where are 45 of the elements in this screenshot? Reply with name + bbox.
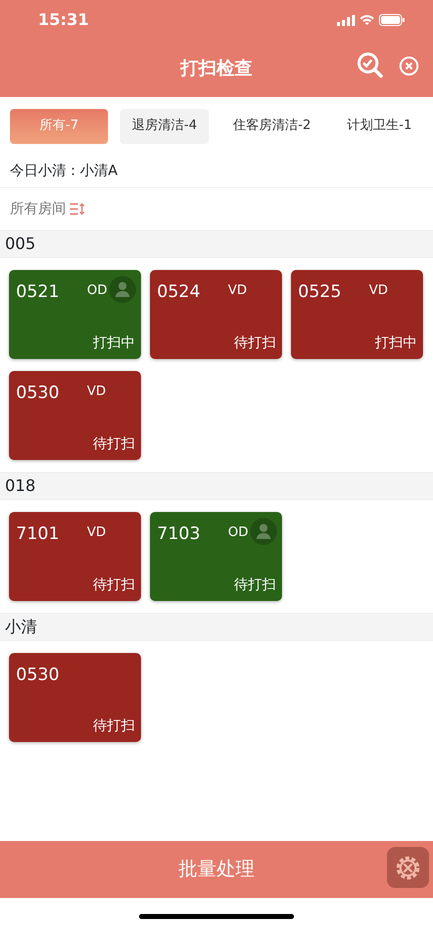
today-cleaner-text: 今日小清：小清A	[10, 162, 118, 180]
group-title: 005	[5, 233, 36, 255]
battery-icon	[379, 14, 405, 26]
room-status: 待打扫	[234, 334, 276, 353]
room-card[interactable]: 0530 VD 待打扫	[9, 371, 141, 460]
room-status: 待打扫	[234, 576, 276, 595]
group-title: 018	[5, 475, 36, 497]
filter-label[interactable]: 所有房间	[10, 198, 66, 220]
group-title: 小清	[5, 616, 37, 638]
room-type: VD	[369, 282, 388, 300]
room-card[interactable]: 7103 OD 待打扫	[150, 512, 282, 601]
room-number: 7101	[16, 523, 60, 546]
room-status: 待打扫	[93, 435, 135, 454]
room-number: 0524	[157, 281, 200, 304]
sort-icon[interactable]	[70, 203, 86, 215]
signal-icon	[337, 14, 355, 26]
gear-tools-icon	[394, 854, 422, 882]
room-status: 待打扫	[93, 717, 135, 736]
status-time: 15:31	[38, 9, 89, 31]
search-check-icon[interactable]	[357, 52, 383, 79]
page-title: 打扫检查	[180, 57, 252, 81]
tools-button[interactable]	[387, 847, 429, 888]
room-card[interactable]: 7101 VD 待打扫	[9, 512, 141, 601]
room-type: VD	[87, 524, 106, 542]
filter-tab[interactable]: 退房清洁-4	[120, 108, 209, 144]
room-type: OD	[87, 282, 108, 300]
room-number: 0521	[16, 281, 60, 304]
room-card[interactable]: 0530 待打扫	[9, 653, 141, 742]
room-type: OD	[228, 524, 248, 542]
room-status: 打扫中	[93, 334, 135, 353]
room-card[interactable]: 0521 OD 打扫中	[9, 270, 141, 359]
wifi-icon	[359, 14, 375, 26]
filter-tab[interactable]: 计划卫生-1	[334, 108, 424, 144]
room-card[interactable]: 0524 VD 待打扫	[150, 270, 282, 359]
room-status: 打扫中	[375, 334, 417, 353]
room-number: 0525	[298, 281, 342, 304]
room-number: 7103	[157, 523, 200, 546]
filter-tab[interactable]: 住客房清洁-2	[220, 108, 323, 144]
room-number: 0530	[16, 664, 60, 687]
close-icon[interactable]	[399, 56, 419, 76]
room-type: VD	[87, 383, 106, 401]
room-card[interactable]: 0525 VD 打扫中	[291, 270, 423, 359]
room-status: 待打扫	[93, 576, 135, 595]
room-type: VD	[228, 282, 247, 300]
room-number: 0530	[16, 382, 60, 405]
